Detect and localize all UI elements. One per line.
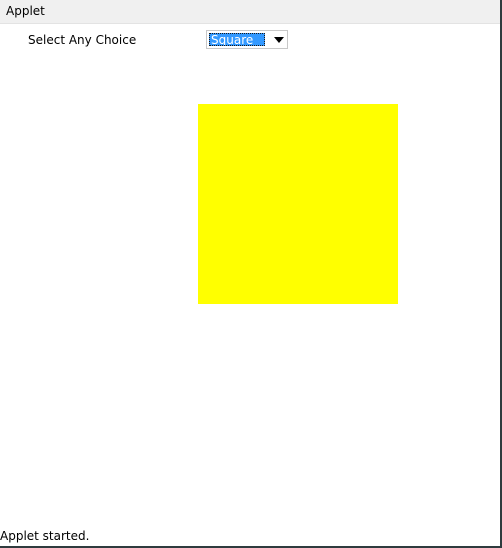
drawn-square-shape bbox=[198, 104, 398, 304]
applet-viewer-window: { "menu": { "applet_label": "Applet" }, … bbox=[0, 0, 502, 548]
choice-label: Select Any Choice bbox=[28, 33, 137, 47]
shape-choice-dropdown[interactable]: Square bbox=[206, 30, 288, 49]
dropdown-selected-value: Square bbox=[209, 33, 265, 46]
menu-bar: Applet bbox=[0, 0, 500, 24]
applet-content-area: Select Any Choice Square bbox=[0, 24, 500, 526]
status-text: Applet started. bbox=[0, 529, 90, 543]
status-bar: Applet started. bbox=[0, 526, 500, 546]
chevron-down-icon[interactable] bbox=[274, 37, 284, 43]
applet-menu[interactable]: Applet bbox=[6, 4, 45, 19]
